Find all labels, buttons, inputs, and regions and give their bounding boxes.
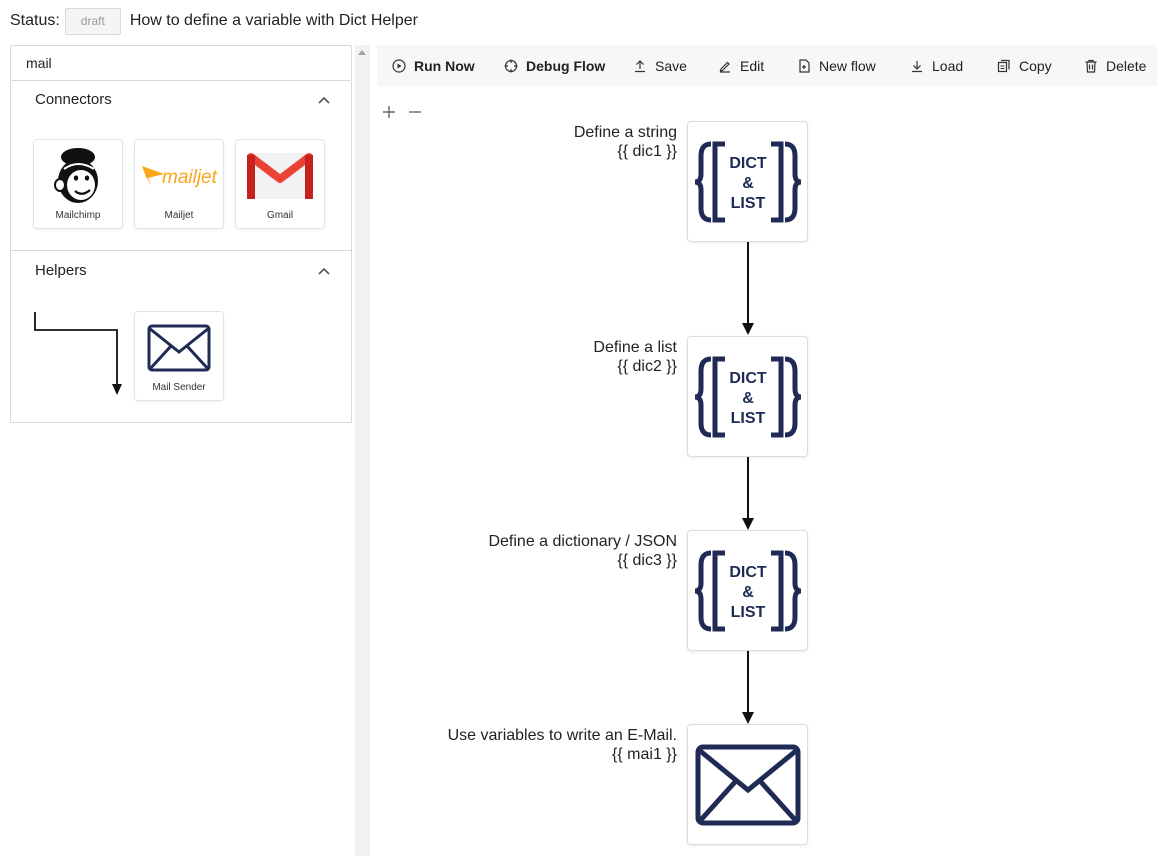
chevron-up-icon[interactable] (317, 264, 331, 278)
debug-flow-label: Debug Flow (526, 57, 606, 74)
copy-label: Copy (1019, 57, 1052, 74)
node-title: Define a dictionary / JSON (488, 533, 677, 550)
download-icon (912, 60, 922, 72)
node-variable: {{ dic1 }} (617, 143, 677, 160)
play-circle-icon (392, 58, 406, 73)
envelope-icon (695, 744, 800, 825)
dict-logo-text: LIST (730, 604, 765, 621)
chevron-up-icon[interactable] (317, 93, 331, 107)
connector-tile-mailjet[interactable]: mailjet Mailjet (134, 139, 224, 229)
zoom-in-icon[interactable] (381, 104, 397, 120)
dict-logo-text: DICT (729, 370, 767, 387)
status-label: Status: (10, 12, 60, 29)
load-button[interactable]: Load (910, 45, 963, 86)
mailjet-logo-icon: mailjet (135, 144, 223, 208)
new-flow-button[interactable]: New flow (797, 45, 876, 86)
node-variable: {{ mai1 }} (612, 746, 677, 763)
dict-logo-text: DICT (729, 155, 767, 172)
copy-button[interactable]: Copy (997, 45, 1052, 86)
toolbar: Run Now Debug Flow Save Edit New flow Lo… (377, 45, 1157, 86)
pencil-icon (719, 61, 730, 73)
sidebar: Connectors Mailchimp mailjet Mailjet Gma… (10, 81, 352, 423)
flow-arrow-icon (742, 323, 754, 335)
flow-arrow-icon (742, 518, 754, 530)
flow-node-mail-sender[interactable] (687, 724, 808, 845)
dict-logo-text: LIST (730, 410, 765, 427)
node-variable: {{ dic3 }} (617, 552, 677, 569)
tile-label: Mail Sender (152, 382, 206, 393)
node-title: Use variables to write an E-Mail. (447, 727, 677, 744)
node-title: Define a list (593, 339, 677, 356)
tile-label: Mailchimp (55, 210, 101, 221)
status-badge: draft (64, 7, 121, 35)
tile-label: Mailjet (164, 210, 194, 221)
flow-connector (747, 651, 749, 713)
debug-flow-button[interactable]: Debug Flow (504, 45, 605, 86)
dict-list-logo-icon: DICT & LIST (694, 141, 801, 222)
node-label: Use variables to write an E-Mail. {{ mai… (448, 726, 677, 764)
mailchimp-logo-icon (34, 144, 122, 208)
delete-button[interactable]: Delete (1084, 45, 1146, 86)
dict-list-logo-icon: DICT & LIST (694, 550, 801, 631)
crosshair-icon (504, 59, 518, 72)
dict-logo-text: & (742, 390, 754, 407)
save-label: Save (655, 57, 687, 74)
edit-button[interactable]: Edit (718, 45, 764, 86)
flow-arrow-icon (742, 712, 754, 724)
helper-tile-mail-sender[interactable]: Mail Sender (134, 311, 224, 401)
connectors-section: Connectors Mailchimp mailjet Mailjet Gma… (11, 81, 351, 251)
trash-icon (1085, 59, 1097, 73)
flow-node-dict-list[interactable]: DICT & LIST (687, 121, 808, 242)
helpers-section: Helpers Mail Sender (11, 252, 351, 422)
envelope-icon (135, 316, 223, 380)
run-now-label: Run Now (414, 57, 475, 74)
node-title: Define a string (573, 124, 677, 141)
tile-label: Gmail (266, 210, 294, 221)
dict-logo-text: & (742, 175, 754, 192)
connector-tile-mailchimp[interactable]: Mailchimp (33, 139, 123, 229)
helpers-header[interactable]: Helpers (35, 262, 87, 279)
dict-logo-text: & (742, 584, 754, 601)
flow-canvas[interactable]: Define a string {{ dic1 }} DICT & LIST D… (372, 86, 1157, 856)
upload-icon (635, 59, 645, 72)
dict-list-logo-icon: DICT & LIST (694, 356, 801, 437)
load-label: Load (932, 57, 964, 74)
scroll-up-arrow-icon[interactable] (358, 50, 366, 55)
gmail-logo-icon (236, 144, 324, 208)
edit-label: Edit (740, 57, 765, 74)
flow-title: How to define a variable with Dict Helpe… (129, 12, 418, 29)
zoom-out-icon[interactable] (407, 104, 423, 120)
delete-label: Delete (1106, 57, 1147, 74)
flow-node-dict-list[interactable]: DICT & LIST (687, 530, 808, 651)
dict-logo-text: LIST (730, 195, 765, 212)
vertical-scrollbar[interactable] (355, 45, 370, 856)
mailjet-logo-text: mailjet (162, 167, 218, 188)
flow-connector (747, 457, 749, 519)
save-button[interactable]: Save (633, 45, 687, 86)
search-input[interactable] (10, 45, 352, 81)
connectors-header[interactable]: Connectors (35, 91, 112, 108)
status-bar: Status: draft How to define a variable w… (10, 7, 418, 35)
drag-connector-line (34, 312, 122, 395)
dict-logo-text: DICT (729, 564, 767, 581)
flow-node-dict-list[interactable]: DICT & LIST (687, 336, 808, 457)
new-file-icon (799, 58, 810, 73)
new-flow-label: New flow (819, 57, 876, 74)
node-label: Define a list {{ dic2 }} (593, 338, 677, 376)
flow-connector (747, 242, 749, 324)
node-label: Define a dictionary / JSON {{ dic3 }} (488, 532, 677, 570)
copy-icon (997, 59, 1010, 72)
connector-tile-gmail[interactable]: Gmail (235, 139, 325, 229)
node-variable: {{ dic2 }} (617, 358, 677, 375)
run-now-button[interactable]: Run Now (392, 45, 475, 86)
node-label: Define a string {{ dic1 }} (574, 123, 677, 161)
